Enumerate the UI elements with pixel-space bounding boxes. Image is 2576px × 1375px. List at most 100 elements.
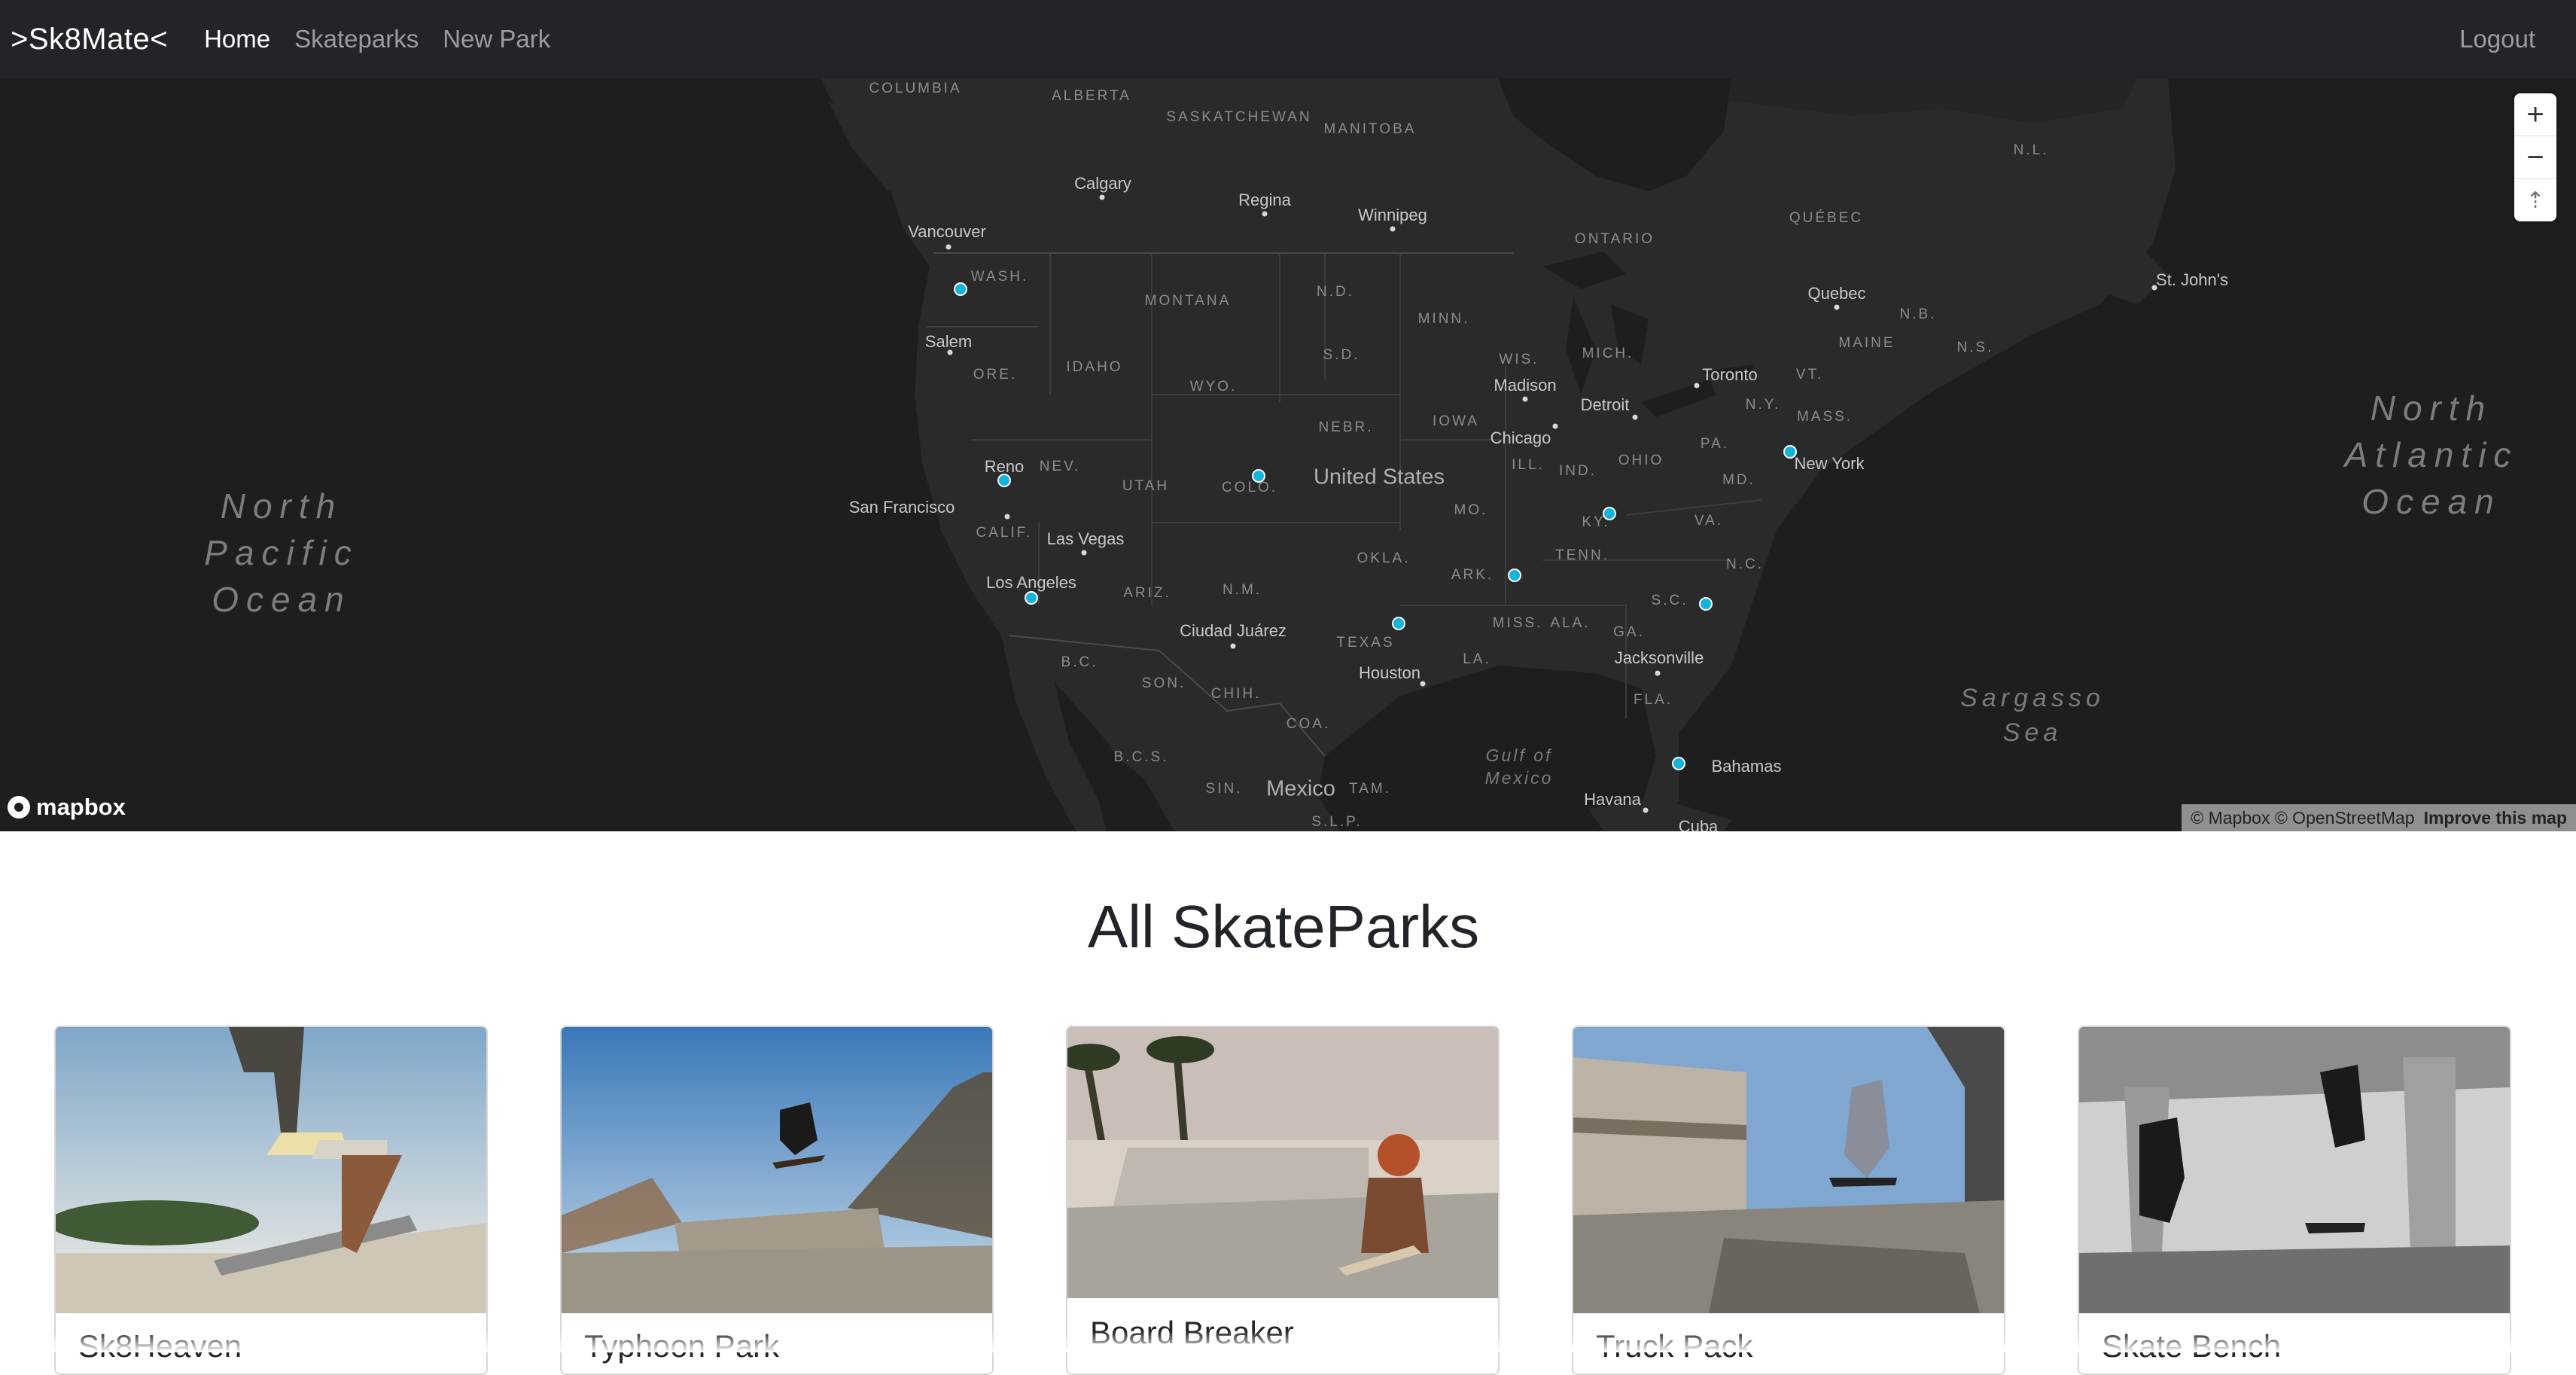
map-label-state: SIN. xyxy=(1205,781,1243,797)
map-label-state: ALA. xyxy=(1550,615,1591,631)
map-label-state: FLA. xyxy=(1633,692,1673,708)
map-label-state: N.S. xyxy=(1956,340,1994,355)
map-attribution: © Mapbox © OpenStreetMap Improve this ma… xyxy=(2182,804,2576,831)
city-dot xyxy=(1834,304,1840,310)
nav-skateparks[interactable]: Skateparks xyxy=(294,25,419,53)
map-label-state: NEV. xyxy=(1039,459,1081,474)
skatepark-marker[interactable] xyxy=(997,474,1011,487)
map-label-state: N.Y. xyxy=(1745,397,1781,413)
map-label-city: Madison xyxy=(1494,376,1557,395)
zoom-out-button[interactable]: − xyxy=(2514,136,2556,179)
map-label-state: MAINE xyxy=(1838,335,1895,351)
map-controls: + − ⇡ xyxy=(2514,93,2556,221)
cluster-map[interactable]: COLUMBIA ALBERTA SASKATCHEWAN MANITOBA O… xyxy=(0,78,2576,831)
map-label-city: Toronto xyxy=(1702,365,1758,384)
nav-new-park[interactable]: New Park xyxy=(443,25,550,53)
city-dot xyxy=(1099,194,1105,200)
map-label-state: QUÉBEC xyxy=(1789,210,1864,226)
city-dot xyxy=(945,244,952,250)
map-label-state: VT. xyxy=(1795,367,1824,383)
map-label-state: SASKATCHEWAN xyxy=(1166,109,1312,125)
skatepark-marker[interactable] xyxy=(1252,469,1265,483)
compass-button[interactable]: ⇡ xyxy=(2514,179,2556,221)
navbar: >Sk8Mate< Home Skateparks New Park Logou… xyxy=(0,0,2576,78)
map-label-state: GA. xyxy=(1613,624,1645,640)
zoom-in-button[interactable]: + xyxy=(2514,93,2556,136)
card-photo xyxy=(562,1027,992,1313)
bottom-fade xyxy=(0,1331,2576,1352)
skatepark-marker[interactable] xyxy=(1603,507,1616,520)
map-label-state: B.C. xyxy=(1061,654,1098,670)
map-label-state: CALIF. xyxy=(976,525,1033,541)
map-label-city: Los Angeles xyxy=(986,573,1076,592)
city-dot xyxy=(1655,670,1661,676)
city-dot xyxy=(1694,383,1700,389)
map-label-country: United States xyxy=(1313,465,1445,489)
skatepark-card[interactable]: Board Breaker xyxy=(1066,1026,1500,1375)
skatepark-marker[interactable] xyxy=(1699,597,1713,611)
skatepark-marker[interactable] xyxy=(1672,757,1685,770)
map-label-state: ARK. xyxy=(1451,567,1494,583)
card-image[interactable] xyxy=(56,1027,486,1313)
map-label-state: ONTARIO xyxy=(1574,231,1655,247)
map-label-city: Chicago xyxy=(1490,428,1551,447)
card-photo xyxy=(2079,1027,2510,1313)
logout-link[interactable]: Logout xyxy=(2459,25,2535,53)
skatepark-marker[interactable] xyxy=(1783,445,1797,459)
improve-map-link[interactable]: Improve this map xyxy=(2424,808,2567,828)
map-label-ocean: North Pacific Ocean xyxy=(204,486,359,619)
map-label-state: COA. xyxy=(1286,716,1331,732)
nav-home[interactable]: Home xyxy=(204,25,270,53)
map-label-city: Havana xyxy=(1584,790,1641,809)
skatepark-marker[interactable] xyxy=(954,282,967,296)
skatepark-card[interactable]: Skate Bench xyxy=(2078,1026,2511,1375)
map-label-city: Jacksonville xyxy=(1614,648,1704,667)
map-label-state: WYO. xyxy=(1189,379,1238,395)
map-label-state: ILL. xyxy=(1512,457,1545,473)
brand-logo[interactable]: >Sk8Mate< xyxy=(11,23,168,56)
map-label-city: Las Vegas xyxy=(1046,529,1125,548)
map-label-state: MD. xyxy=(1722,472,1755,488)
attribution-text[interactable]: © Mapbox © OpenStreetMap xyxy=(2191,808,2414,828)
map-label-city: Winnipeg xyxy=(1358,206,1427,224)
card-image[interactable] xyxy=(562,1027,992,1313)
map-label-city: Quebec xyxy=(1807,284,1866,303)
map-label-state: OKLA. xyxy=(1357,550,1411,566)
map-label-state: OHIO xyxy=(1618,453,1664,468)
card-image[interactable] xyxy=(1067,1027,1498,1298)
skatepark-card[interactable]: Truck Pack xyxy=(1572,1026,2005,1375)
map-label-state: TAM. xyxy=(1349,781,1391,797)
city-dot xyxy=(1004,514,1010,520)
city-dot xyxy=(1643,807,1649,813)
map-label-state: UTAH xyxy=(1122,478,1170,494)
mapbox-logo[interactable]: mapbox xyxy=(8,794,126,821)
city-dot xyxy=(1522,396,1528,402)
map-label-sea: Sargasso Sea xyxy=(1960,684,2105,747)
map-label-state: ARIZ. xyxy=(1123,585,1171,601)
mapbox-logo-icon xyxy=(8,796,30,819)
map-label-city: Cuba xyxy=(1678,817,1719,831)
skatepark-card[interactable]: Typhoon Park xyxy=(560,1026,994,1375)
map-label-state: NEBR. xyxy=(1318,419,1374,435)
skatepark-marker[interactable] xyxy=(1025,591,1038,605)
map-label-state: PA. xyxy=(1700,436,1730,452)
map-label-country: Mexico xyxy=(1266,776,1335,801)
map-label-city: Bahamas xyxy=(1711,757,1782,776)
map-label-ocean: North Atlantic Ocean xyxy=(2344,389,2519,521)
map-label-state: MONTANA xyxy=(1144,293,1232,309)
skatepark-marker[interactable] xyxy=(1508,569,1521,582)
city-dot xyxy=(1230,643,1236,649)
map-label-city: Salem xyxy=(924,332,973,351)
map-label-state: MASS. xyxy=(1796,409,1853,425)
card-image[interactable] xyxy=(2079,1027,2510,1313)
card-photo xyxy=(1573,1027,2004,1313)
map-label-city: Regina xyxy=(1238,191,1291,209)
skatepark-card[interactable]: Sk8Heaven xyxy=(54,1026,488,1375)
map-label-state: N.L. xyxy=(2013,142,2049,158)
map-label-city: Ciudad Juárez xyxy=(1180,621,1286,640)
map-label-state: N.B. xyxy=(1899,306,1937,322)
card-image[interactable] xyxy=(1573,1027,2004,1313)
map-label-state: VA. xyxy=(1694,513,1724,529)
page-title: All SkateParks xyxy=(1087,893,1480,960)
skatepark-marker[interactable] xyxy=(1392,617,1405,630)
